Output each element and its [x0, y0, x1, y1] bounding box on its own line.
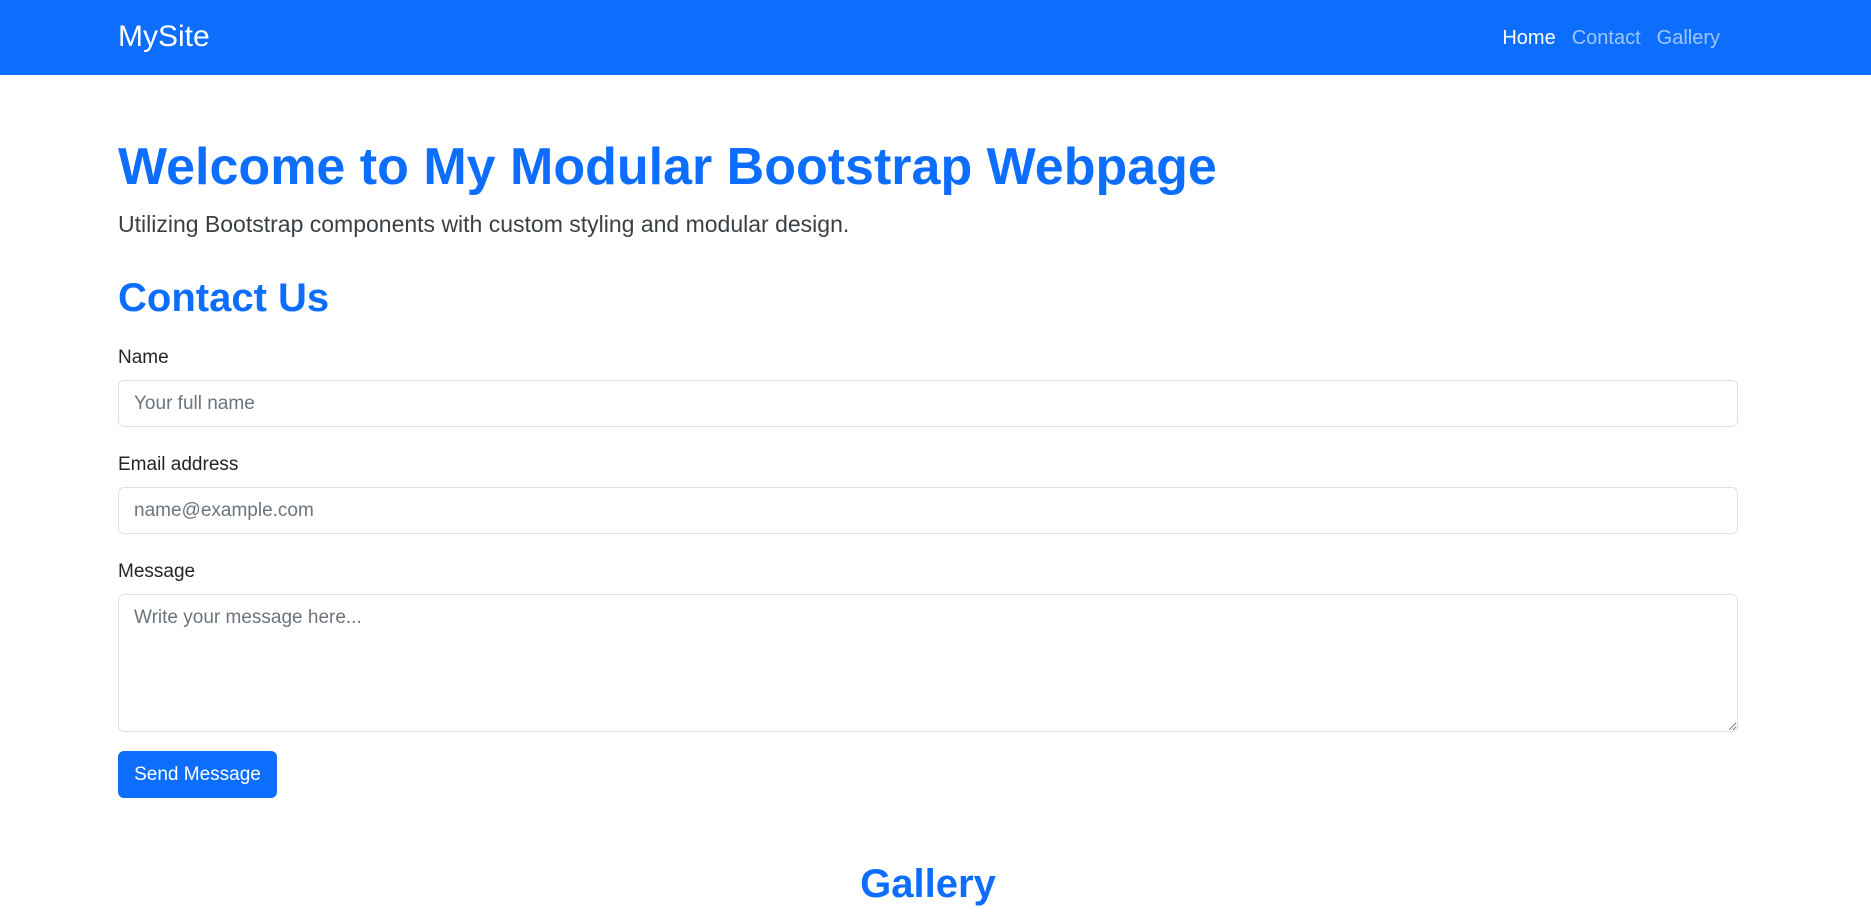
name-input[interactable] [118, 380, 1738, 427]
nav-link-gallery[interactable]: Gallery [1649, 25, 1728, 51]
nav-links: Home Contact Gallery [1494, 25, 1728, 51]
hero-subtitle: Utilizing Bootstrap components with cust… [118, 211, 850, 237]
gallery-section-title: Gallery [860, 862, 996, 906]
contact-section-title: Contact Us [118, 276, 330, 320]
nav-link-home[interactable]: Home [1494, 25, 1563, 51]
navbar: MySite Home Contact Gallery [0, 0, 1871, 75]
nav-link-contact[interactable]: Contact [1564, 25, 1649, 51]
message-label: Message [118, 561, 196, 582]
name-label: Name [118, 347, 169, 368]
brand-link[interactable]: MySite [118, 19, 210, 55]
hero-title: Welcome to My Modular Bootstrap Webpage [118, 138, 1217, 196]
email-label: Email address [118, 454, 239, 475]
message-textarea[interactable] [118, 594, 1738, 732]
send-message-button[interactable]: Send Message [118, 751, 277, 798]
email-input[interactable] [118, 487, 1738, 534]
